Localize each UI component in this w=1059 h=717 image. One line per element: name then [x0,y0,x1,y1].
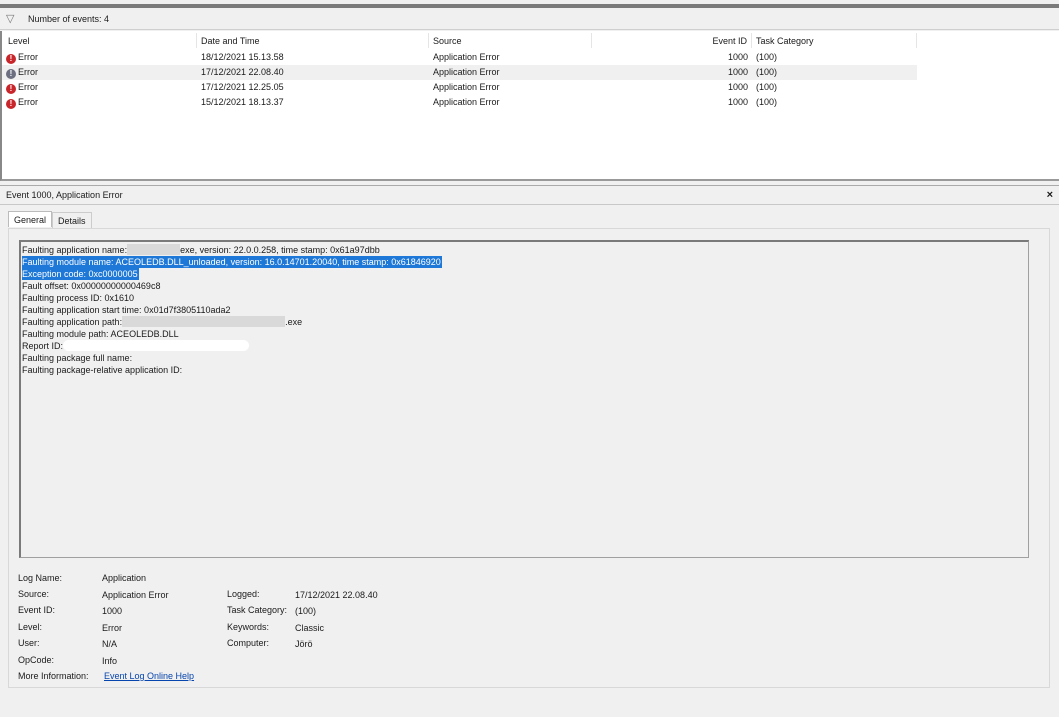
desc-text: Report ID: [22,341,64,351]
date-cell: 18/12/2021 15.13.58 [201,52,284,62]
error-icon: ! [6,84,16,94]
logged-label: Logged: [227,589,260,599]
redacted-block [122,316,286,327]
event-row[interactable]: ! Error 15/12/2021 18.13.37 Application Err… [2,95,917,110]
desc-text: Faulting application path: [22,317,123,327]
keywords-value: Classic [295,623,325,633]
desc-line: Faulting application path: .exe [22,316,303,328]
redacted-block [127,244,181,255]
detail-title: Event 1000, Application Error [6,190,123,200]
level-cell: ! Error [6,50,38,65]
computer-value: Jörö [295,639,313,649]
computer-label: Computer: [227,638,270,648]
level-text: Error [18,82,38,92]
event-row[interactable]: ! Error 18/12/2021 15.13.58 Application Err… [2,50,917,65]
event-id-cell: 1000 [727,82,748,92]
event-list[interactable]: Level Date and Time Source Event ID Task… [0,31,1059,181]
more-info-label: More Information: [18,671,89,681]
desc-line: Fault offset: 0x00000000000469c8 [22,281,161,291]
event-description[interactable]: Faulting application name: exe, version: … [19,240,1029,558]
desc-line: Faulting module path: ACEOLEDB.DLL [22,329,179,339]
logged-value: 17/12/2021 22.08.40 [295,590,378,600]
task-category-cell: (100) [756,82,778,92]
column-header-level[interactable]: Level [4,33,197,48]
desc-line: Faulting application start time: 0x01d7f… [22,305,231,315]
error-icon: ! [6,99,16,109]
event-id-cell: 1000 [727,52,748,62]
column-header-event-id[interactable]: Event ID [592,33,752,48]
task-category-cell: (100) [756,67,778,77]
source-cell: Application Error [433,52,500,62]
event-row[interactable]: ! Error 17/12/2021 12.25.05 Application Err… [2,80,917,95]
error-icon: ! [6,69,16,79]
desc-text: Faulting application name: [22,245,128,255]
filter-bar: ▽ Number of events: 4 [0,8,1059,30]
desc-line-selected: Faulting module name: ACEOLEDB.DLL_unloa… [22,256,442,268]
detail-tabs: General Details [8,211,92,228]
detail-header: Event 1000, Application Error × [0,185,1059,205]
date-cell: 17/12/2021 22.08.40 [201,67,284,77]
tab-general[interactable]: General [8,211,53,227]
redacted-block [63,340,250,351]
level-cell: ! Error [6,95,38,110]
close-icon[interactable]: × [1047,189,1053,201]
desc-line-selected: Exception code: 0xc0000005 [22,268,139,280]
log-name-label: Log Name: [18,573,63,583]
event-id-label: Event ID: [18,605,56,615]
task-category-cell: (100) [756,52,778,62]
column-header-source[interactable]: Source [429,33,592,48]
level-label: Level: [18,622,43,632]
error-icon: ! [6,54,16,64]
source-label: Source: [18,589,50,599]
source-cell: Application Error [433,97,500,107]
source-cell: Application Error [433,82,500,92]
level-text: Error [18,97,38,107]
desc-text: exe, version: 22.0.0.258, time stamp: 0x… [180,245,380,255]
event-log-help-link[interactable]: Event Log Online Help [104,670,194,682]
date-cell: 15/12/2021 18.13.37 [201,97,284,107]
tab-details[interactable]: Details [52,212,92,228]
event-id-cell: 1000 [727,67,748,77]
event-id-value: 1000 [102,606,123,616]
level-cell: ! Error [6,65,38,80]
desc-line: Report ID: [22,340,250,352]
opcode-value: Info [102,656,118,666]
user-value: N/A [102,639,118,649]
date-cell: 17/12/2021 12.25.05 [201,82,284,92]
keywords-label: Keywords: [227,622,270,632]
task-category-label: Task Category: [227,605,288,615]
event-count: Number of events: 4 [28,13,110,24]
filter-icon[interactable]: ▽ [6,12,20,25]
user-label: User: [18,638,40,648]
desc-text: .exe [285,317,303,327]
task-category-cell: (100) [756,97,778,107]
source-cell: Application Error [433,67,500,77]
level-cell: ! Error [6,80,38,95]
level-value: Error [102,623,122,633]
desc-line: Faulting process ID: 0x1610 [22,293,135,303]
event-row[interactable]: ! Error 17/12/2021 22.08.40 Application Err… [2,65,917,80]
source-value: Application Error [102,590,169,600]
desc-line: Faulting package full name: [22,353,133,363]
level-text: Error [18,52,38,62]
log-name-value: Application [102,573,147,583]
column-header-date[interactable]: Date and Time [197,33,429,48]
desc-line: Faulting application name: exe, version: … [22,244,381,256]
level-text: Error [18,67,38,77]
column-header-task-category[interactable]: Task Category [752,33,917,48]
opcode-label: OpCode: [18,655,55,665]
task-category-value: (100) [295,606,317,616]
desc-line: Faulting package-relative application ID… [22,365,183,375]
event-id-cell: 1000 [727,97,748,107]
